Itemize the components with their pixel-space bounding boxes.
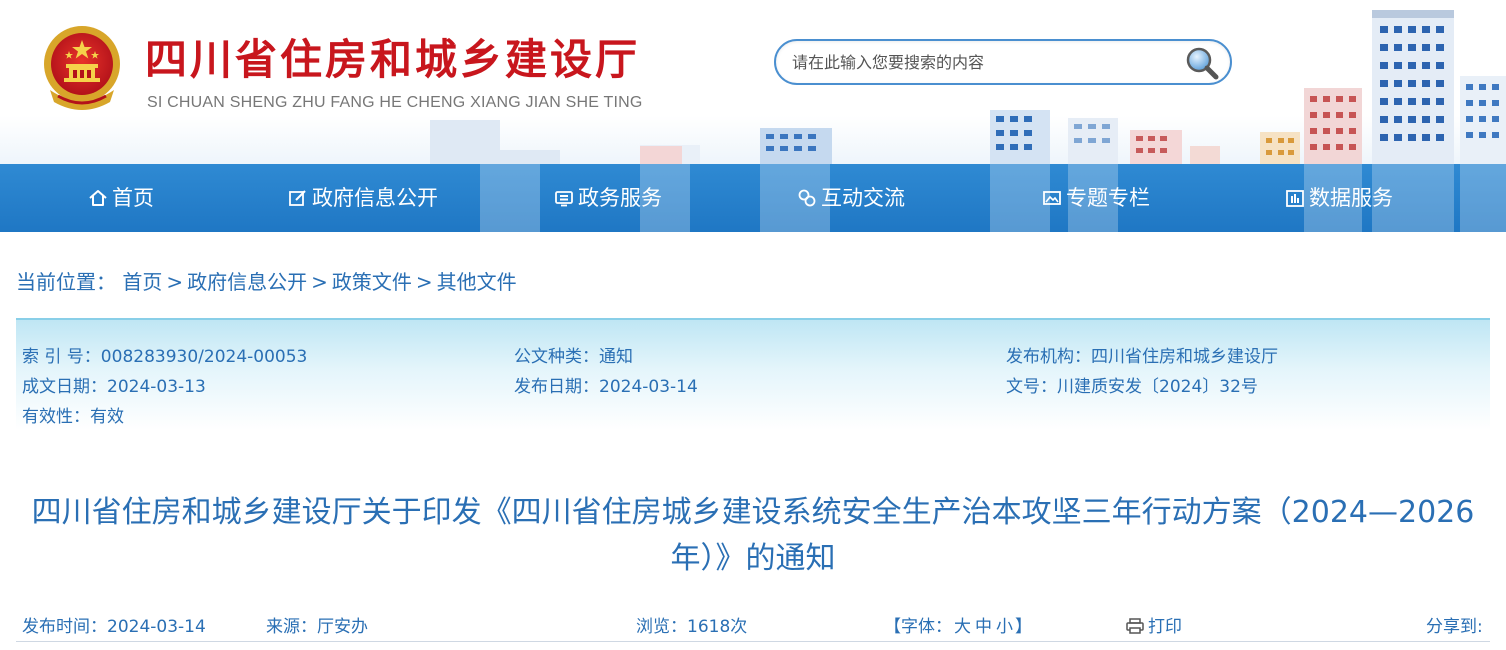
breadcrumb-label: 当前位置： xyxy=(16,270,116,294)
meta-publisher: 发布机构：四川省住房和城乡建设厅 xyxy=(1006,347,1278,367)
publish-time: 发布时间：2024-03-14 xyxy=(22,617,206,637)
monitor-icon xyxy=(555,191,573,207)
font-medium-button[interactable]: 中 xyxy=(975,617,992,637)
document-meta-box: 索 引 号：008283930/2024-00053 公文种类：通知 发布机构：… xyxy=(16,318,1490,430)
font-size-label-open: 【字体： xyxy=(884,617,952,637)
meta-created-date: 成文日期：2024-03-13 xyxy=(22,377,206,397)
edit-icon xyxy=(289,190,306,206)
home-icon xyxy=(89,190,107,206)
nav-data-service[interactable]: 数据服务 xyxy=(1285,164,1393,232)
font-large-button[interactable]: 大 xyxy=(954,617,971,637)
breadcrumb-home[interactable]: 首页 xyxy=(122,270,162,294)
nav-home-label: 首页 xyxy=(112,186,154,210)
site-header: 四川省住房和城乡建设厅 SI CHUAN SHENG ZHU FANG HE C… xyxy=(0,0,1506,165)
meta-doc-no: 文号：川建质安发〔2024〕32号 xyxy=(1006,377,1258,397)
chart-icon xyxy=(1286,190,1304,207)
search-box xyxy=(774,39,1232,85)
breadcrumb-separator: > xyxy=(415,270,433,294)
meta-doc-type: 公文种类：通知 xyxy=(514,347,633,367)
font-size-control: 【字体：大中小】 xyxy=(884,612,1032,637)
print-button[interactable]: 打印 xyxy=(1126,612,1182,637)
nav-home[interactable]: 首页 xyxy=(88,164,154,232)
search-icon[interactable] xyxy=(1184,45,1220,81)
nav-special-topics-label: 专题专栏 xyxy=(1066,186,1150,210)
meta-index-no: 索 引 号：008283930/2024-00053 xyxy=(22,347,308,367)
meta-validity: 有效性：有效 xyxy=(22,407,124,427)
image-icon xyxy=(1043,191,1061,205)
nav-gov-info-label: 政府信息公开 xyxy=(312,186,438,210)
nav-gov-service-label: 政务服务 xyxy=(578,186,662,210)
article-info-bar: 发布时间：2024-03-14 来源：厅安办 浏览：1618次 【字体：大中小】… xyxy=(16,606,1490,642)
nav-interaction[interactable]: 互动交流 xyxy=(797,164,905,232)
nav-data-service-label: 数据服务 xyxy=(1309,186,1393,210)
national-emblem-icon xyxy=(44,26,120,110)
breadcrumb-gov-info[interactable]: 政府信息公开 xyxy=(187,270,307,294)
main-nav: 首页 政府信息公开 政务服务 互动交流 专题专栏 数据服务 xyxy=(0,164,1506,232)
chat-icon xyxy=(798,189,816,207)
printer-icon xyxy=(1126,618,1144,634)
article-title: 四川省住房和城乡建设厅关于印发《四川省住房城乡建设系统安全生产治本攻坚三年行动方… xyxy=(31,495,1475,576)
breadcrumb-separator: > xyxy=(166,270,184,294)
nav-interaction-label: 互动交流 xyxy=(821,186,905,210)
nav-gov-info[interactable]: 政府信息公开 xyxy=(288,164,438,232)
nav-special-topics[interactable]: 专题专栏 xyxy=(1042,164,1150,232)
breadcrumb-separator: > xyxy=(311,270,328,294)
font-small-button[interactable]: 小 xyxy=(996,617,1013,637)
font-size-label-close: 】 xyxy=(1015,617,1032,637)
print-label: 打印 xyxy=(1148,617,1182,637)
breadcrumb-policy-docs[interactable]: 政策文件 xyxy=(332,270,412,294)
breadcrumb-other-docs[interactable]: 其他文件 xyxy=(437,270,517,294)
view-count: 浏览：1618次 xyxy=(636,617,748,637)
article-source: 来源：厅安办 xyxy=(266,617,368,637)
search-input[interactable] xyxy=(790,48,1180,76)
share-label: 分享到: xyxy=(1426,617,1483,637)
nav-gov-service[interactable]: 政务服务 xyxy=(554,164,662,232)
meta-publish-date: 发布日期：2024-03-14 xyxy=(514,377,698,397)
breadcrumb: 当前位置： 首页 > 政府信息公开 > 政策文件 > 其他文件 xyxy=(16,266,517,295)
